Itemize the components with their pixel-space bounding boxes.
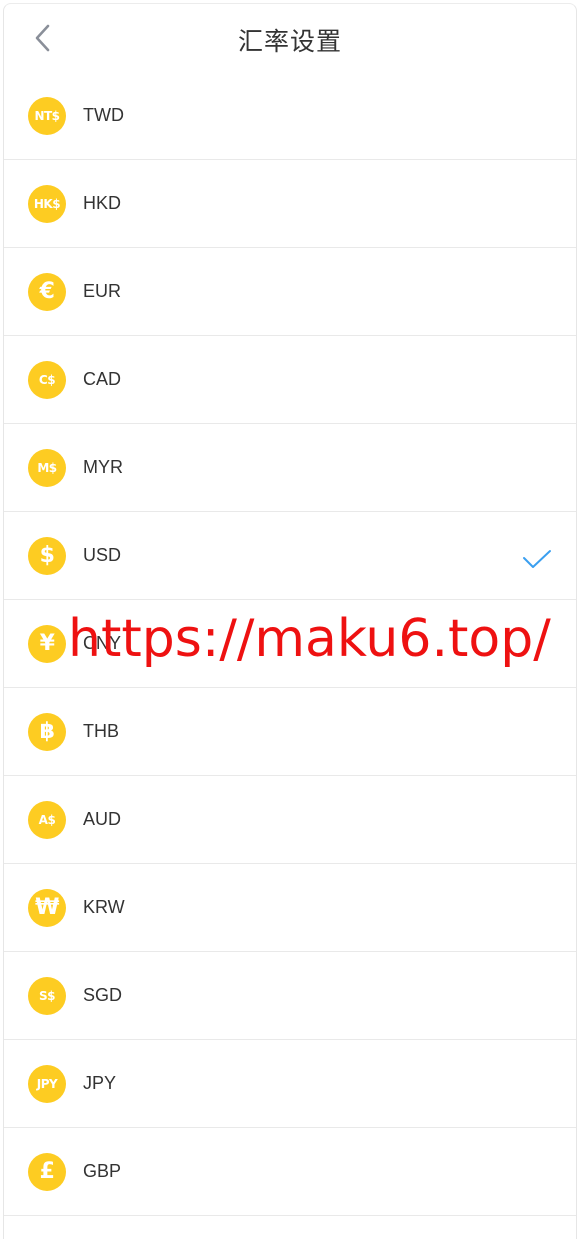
currency-row-sgd[interactable]: S$ SGD — [4, 952, 576, 1040]
currency-coin-icon: € — [28, 272, 66, 311]
currency-row-thb[interactable]: ฿ THB — [4, 688, 576, 776]
currency-row-aud[interactable]: A$ AUD — [4, 776, 576, 864]
currency-row-cny[interactable]: ¥ CNY — [4, 600, 576, 688]
currency-code: MYR — [83, 457, 123, 477]
currency-coin-icon: M$ — [28, 448, 66, 487]
currency-row-krw[interactable]: ₩ KRW — [4, 864, 576, 952]
currency-coin-icon: JPY — [28, 1064, 66, 1103]
currency-coin-icon: £ — [28, 1152, 66, 1191]
app-frame: 汇率设置 NT$ TWD HK$ HKD € EUR C$ CAD M$ MYR $ USD ¥ CNY ฿… — [3, 3, 577, 1239]
currency-code: CAD — [83, 369, 122, 389]
currency-row-jpy[interactable]: JPY JPY — [4, 1040, 576, 1128]
page-title: 汇率设置 — [237, 28, 342, 56]
currency-code: KRW — [83, 897, 125, 917]
currency-coin-icon: ₩ — [28, 888, 66, 927]
currency-coin-icon: S$ — [28, 976, 66, 1015]
currency-code: CNY — [83, 633, 122, 653]
currency-row-myr[interactable]: M$ MYR — [4, 424, 576, 512]
currency-coin-icon: HK$ — [28, 184, 66, 223]
currency-code: JPY — [83, 1073, 117, 1093]
currency-code: USD — [83, 545, 122, 565]
currency-coin-icon: A$ — [28, 800, 66, 839]
currency-row-usd[interactable]: $ USD — [4, 512, 576, 600]
header: 汇率设置 — [4, 4, 576, 72]
currency-code: TWD — [83, 105, 124, 125]
currency-coin-icon: ¥ — [28, 624, 66, 663]
checkmark-icon — [523, 550, 551, 568]
currency-code: GBP — [83, 1161, 122, 1181]
currency-row-gbp[interactable]: £ GBP — [4, 1128, 576, 1216]
currency-list: NT$ TWD HK$ HKD € EUR C$ CAD M$ MYR $ USD ¥ CNY ฿ THB A$… — [4, 72, 576, 1216]
currency-code: THB — [83, 721, 119, 741]
currency-code: EUR — [83, 281, 122, 301]
currency-code: SGD — [83, 985, 123, 1005]
currency-coin-icon: $ — [28, 536, 66, 575]
currency-code: HKD — [83, 193, 122, 213]
currency-row-twd[interactable]: NT$ TWD — [4, 72, 576, 160]
currency-row-eur[interactable]: € EUR — [4, 248, 576, 336]
currency-coin-icon: C$ — [28, 360, 66, 399]
currency-coin-icon: NT$ — [28, 96, 66, 135]
currency-code: AUD — [83, 809, 122, 829]
currency-row-cad[interactable]: C$ CAD — [4, 336, 576, 424]
currency-coin-icon: ฿ — [28, 712, 66, 751]
currency-row-hkd[interactable]: HK$ HKD — [4, 160, 576, 248]
